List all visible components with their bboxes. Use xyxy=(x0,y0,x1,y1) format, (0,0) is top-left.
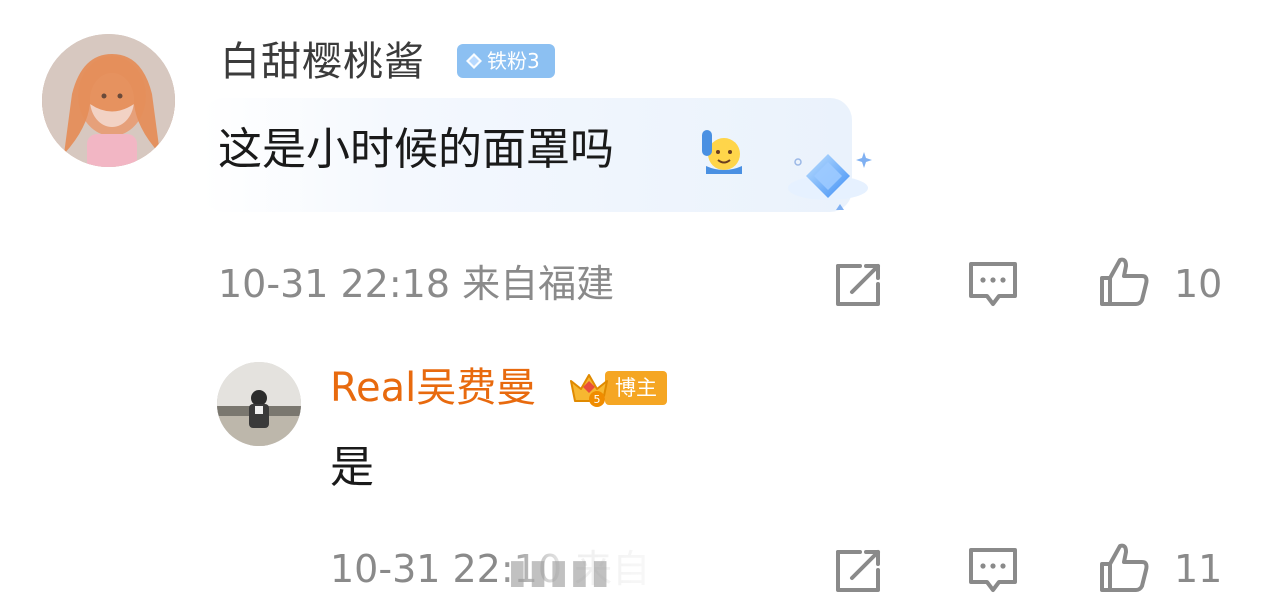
comment-username[interactable]: 白甜樱桃酱 xyxy=(220,36,425,88)
blogger-badge-label: 博主 xyxy=(605,371,667,405)
avatar-photo xyxy=(42,34,175,167)
fan-level-badge[interactable]: 铁粉3 xyxy=(457,44,555,78)
comment-meta: 10-31 22:18 来自福建 xyxy=(218,258,614,310)
share-icon[interactable] xyxy=(832,542,888,598)
diamond-icon xyxy=(466,53,482,69)
comment-icon[interactable] xyxy=(965,256,1021,312)
blogger-badge[interactable]: 博主 5 xyxy=(567,369,667,407)
like-count: 11 xyxy=(1174,547,1223,591)
avatar[interactable] xyxy=(217,362,301,446)
crown-icon: 5 xyxy=(570,374,608,407)
reply-username[interactable]: Real吴费曼 xyxy=(330,362,536,414)
watermark-logo: ▮▮▮▮▮ xyxy=(508,552,612,592)
like-count: 10 xyxy=(1174,262,1223,306)
comment-timestamp: 10-31 22:18 xyxy=(218,262,451,306)
blogger-level: 5 xyxy=(594,393,601,406)
comment-text: 这是小时候的面罩吗 xyxy=(218,124,614,175)
share-icon[interactable] xyxy=(832,256,888,312)
fan-badge-label: 铁粉3 xyxy=(487,49,540,73)
avatar-photo xyxy=(217,362,301,446)
thumbs-up-icon[interactable] xyxy=(1096,254,1152,310)
raising-hand-emoji-icon xyxy=(702,130,742,174)
watermark-overlay: ▮▮▮▮▮ xyxy=(498,548,768,596)
comment-location: 来自福建 xyxy=(462,262,615,306)
comment-icon[interactable] xyxy=(965,542,1021,598)
thumbs-up-icon[interactable] xyxy=(1096,540,1152,596)
diamond-decoration-icon xyxy=(788,152,872,210)
avatar[interactable] xyxy=(42,34,175,167)
reply-text: 是 xyxy=(330,442,374,493)
